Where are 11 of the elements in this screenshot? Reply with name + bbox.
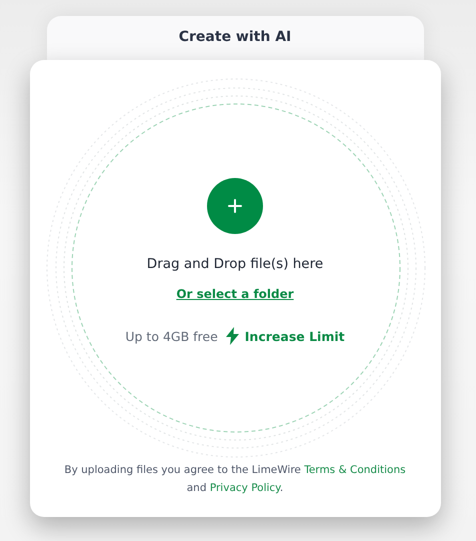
tab-title: Create with AI: [178, 29, 292, 47]
drop-heading: Drag and Drop file(s) here: [146, 256, 324, 272]
privacy-link[interactable]: Privacy Policy: [210, 482, 280, 494]
lightning-icon: [226, 327, 239, 345]
tab-card[interactable]: Create with AI: [46, 16, 424, 60]
terms-link[interactable]: Terms & Conditions: [304, 464, 406, 476]
select-folder-link[interactable]: Or select a folder: [176, 287, 294, 301]
increase-limit-link[interactable]: Increase Limit: [226, 327, 345, 345]
limit-text: Up to 4GB free: [125, 328, 218, 344]
plus-icon: [228, 199, 242, 213]
consent-text: By uploading files you agree to the LimeWire Terms & Conditions and Privacy Policy.: [63, 463, 407, 496]
